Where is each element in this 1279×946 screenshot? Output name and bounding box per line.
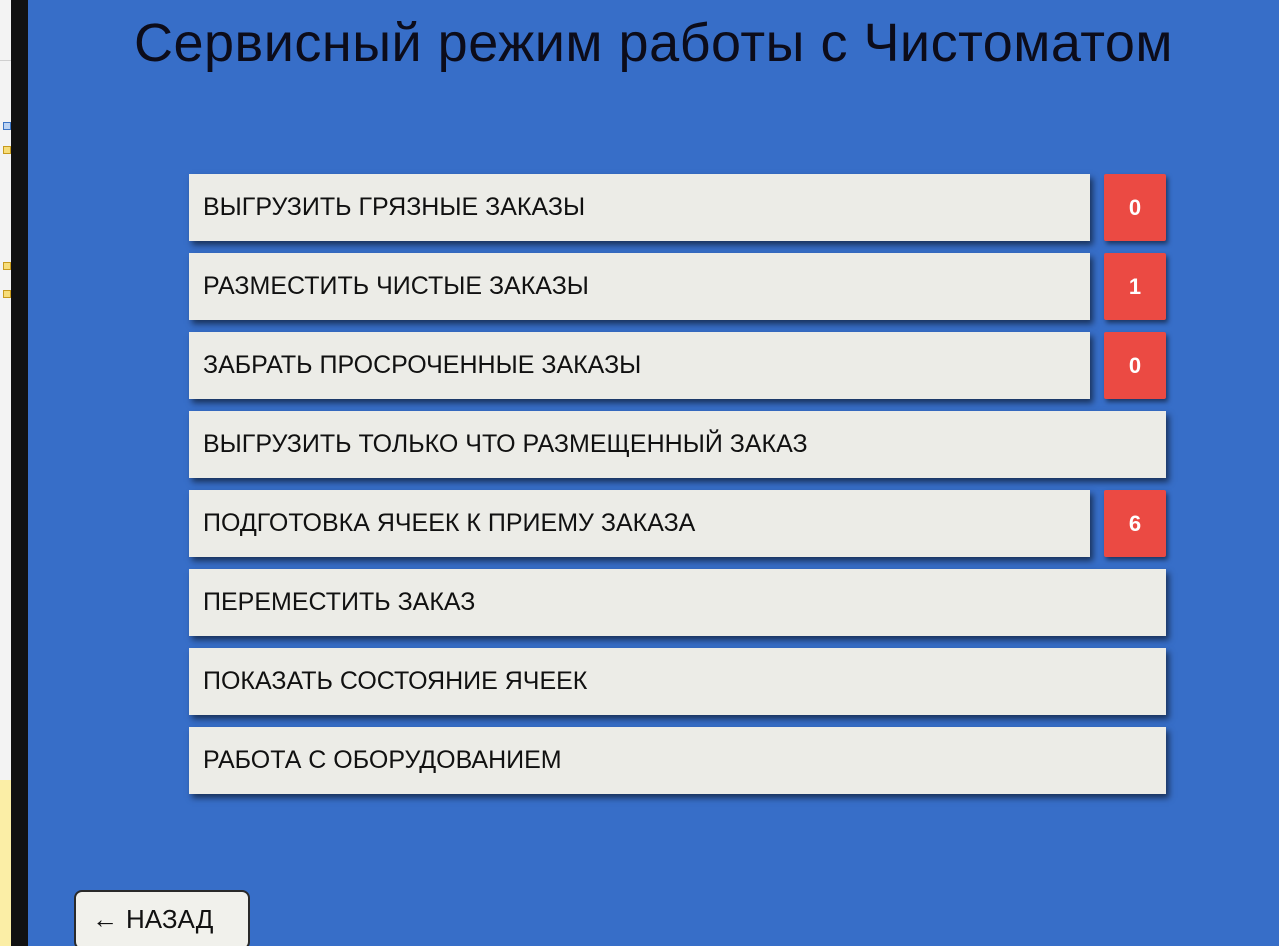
menu-item-label: ЗАБРАТЬ ПРОСРОЧЕННЫЕ ЗАКАЗЫ <box>203 351 642 379</box>
menu-item-label: ПЕРЕМЕСТИТЬ ЗАКАЗ <box>203 588 476 616</box>
count-badge: 1 <box>1104 253 1166 320</box>
prepare-cells-button[interactable]: ПОДГОТОВКА ЯЧЕЕК К ПРИЕМУ ЗАКАЗА <box>189 490 1090 557</box>
back-button[interactable]: ← НАЗАД <box>74 890 250 946</box>
menu-row-place-clean: РАЗМЕСТИТЬ ЧИСТЫЕ ЗАКАЗЫ 1 <box>189 253 1166 320</box>
menu-item-label: РАБОТА С ОБОРУДОВАНИЕМ <box>203 746 562 774</box>
service-screen: Сервисный режим работы с Чистоматом ВЫГР… <box>0 0 1279 946</box>
background-window-edge <box>0 0 28 946</box>
background-window-note <box>0 780 11 946</box>
place-clean-orders-button[interactable]: РАЗМЕСТИТЬ ЧИСТЫЕ ЗАКАЗЫ <box>189 253 1090 320</box>
count-badge: 0 <box>1104 332 1166 399</box>
unload-just-placed-order-button[interactable]: ВЫГРУЗИТЬ ТОЛЬКО ЧТО РАЗМЕЩЕННЫЙ ЗАКАЗ <box>189 411 1166 478</box>
service-menu: ВЫГРУЗИТЬ ГРЯЗНЫЕ ЗАКАЗЫ 0 РАЗМЕСТИТЬ ЧИ… <box>189 174 1166 806</box>
background-file-icon <box>3 122 11 130</box>
background-window-divider <box>0 60 11 61</box>
count-badge: 0 <box>1104 174 1166 241</box>
menu-item-label: ПОКАЗАТЬ СОСТОЯНИЕ ЯЧЕЕК <box>203 667 588 695</box>
menu-row-unload-just-placed: ВЫГРУЗИТЬ ТОЛЬКО ЧТО РАЗМЕЩЕННЫЙ ЗАКАЗ <box>189 411 1166 478</box>
menu-row-move-order: ПЕРЕМЕСТИТЬ ЗАКАЗ <box>189 569 1166 636</box>
menu-row-unload-dirty: ВЫГРУЗИТЬ ГРЯЗНЫЕ ЗАКАЗЫ 0 <box>189 174 1166 241</box>
menu-item-label: ВЫГРУЗИТЬ ТОЛЬКО ЧТО РАЗМЕЩЕННЫЙ ЗАКАЗ <box>203 430 808 458</box>
menu-row-collect-overdue: ЗАБРАТЬ ПРОСРОЧЕННЫЕ ЗАКАЗЫ 0 <box>189 332 1166 399</box>
equipment-button[interactable]: РАБОТА С ОБОРУДОВАНИЕМ <box>189 727 1166 794</box>
background-folder-icon <box>3 262 11 270</box>
menu-row-prepare-cells: ПОДГОТОВКА ЯЧЕЕК К ПРИЕМУ ЗАКАЗА 6 <box>189 490 1166 557</box>
count-badge: 6 <box>1104 490 1166 557</box>
move-order-button[interactable]: ПЕРЕМЕСТИТЬ ЗАКАЗ <box>189 569 1166 636</box>
collect-overdue-orders-button[interactable]: ЗАБРАТЬ ПРОСРОЧЕННЫЕ ЗАКАЗЫ <box>189 332 1090 399</box>
menu-item-label: ПОДГОТОВКА ЯЧЕЕК К ПРИЕМУ ЗАКАЗА <box>203 509 696 537</box>
menu-item-label: РАЗМЕСТИТЬ ЧИСТЫЕ ЗАКАЗЫ <box>203 272 589 300</box>
show-cell-status-button[interactable]: ПОКАЗАТЬ СОСТОЯНИЕ ЯЧЕЕК <box>189 648 1166 715</box>
menu-row-cell-status: ПОКАЗАТЬ СОСТОЯНИЕ ЯЧЕЕК <box>189 648 1166 715</box>
unload-dirty-orders-button[interactable]: ВЫГРУЗИТЬ ГРЯЗНЫЕ ЗАКАЗЫ <box>189 174 1090 241</box>
menu-item-label: ВЫГРУЗИТЬ ГРЯЗНЫЕ ЗАКАЗЫ <box>203 193 586 221</box>
background-folder-icon <box>3 146 11 154</box>
page-title: Сервисный режим работы с Чистоматом <box>133 13 1174 73</box>
arrow-left-icon: ← <box>92 904 118 934</box>
background-window-panel <box>0 0 11 780</box>
menu-row-equipment: РАБОТА С ОБОРУДОВАНИЕМ <box>189 727 1166 794</box>
background-folder-icon <box>3 290 11 298</box>
back-button-label: НАЗАД <box>126 904 214 934</box>
